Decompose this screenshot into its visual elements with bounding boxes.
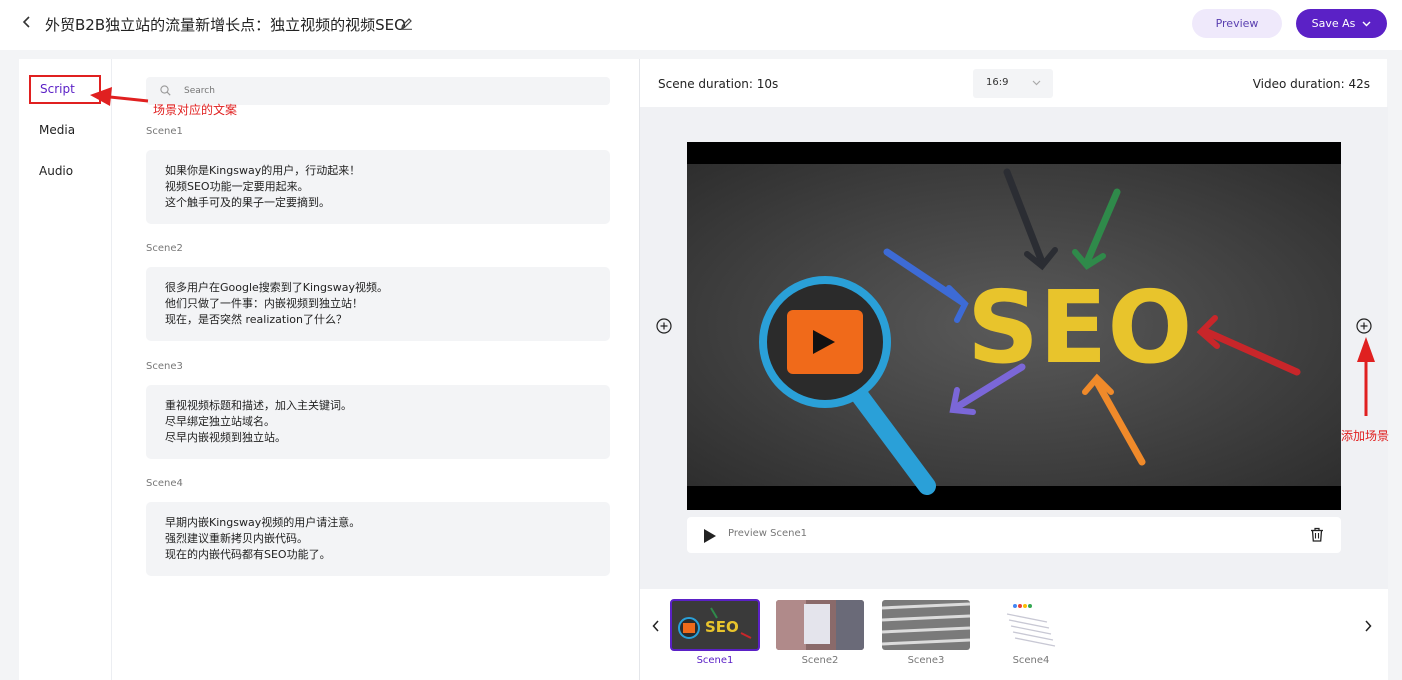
script-panel: Scene1 如果你是Kingsway的用户，行动起来！ 视频SEO功能一定要用… bbox=[112, 59, 639, 680]
script-line: 这个触手可及的果子一定要摘到。 bbox=[165, 196, 330, 209]
scene-thumbnail-label: Scene2 bbox=[801, 655, 839, 666]
search-icon bbox=[160, 85, 171, 96]
scene-thumbnail-label: Scene4 bbox=[1012, 655, 1050, 666]
save-as-label: Save As bbox=[1311, 17, 1356, 30]
script-line: 很多用户在Google搜索到了Kingsway视频。 bbox=[165, 281, 388, 294]
script-line: 尽早绑定独立站域名。 bbox=[165, 415, 275, 428]
project-title: 外贸B2B独立站的流量新增长点：独立视频的视频SEO bbox=[45, 16, 406, 34]
annotation-add-scene-note: 添加场景 bbox=[1341, 429, 1390, 443]
seo-text: SEO bbox=[967, 269, 1192, 386]
script-line: 强烈建议重新拷贝内嵌代码。 bbox=[165, 532, 308, 545]
annotation-arrow-up bbox=[1357, 337, 1375, 416]
preview-button[interactable]: Preview bbox=[1192, 9, 1282, 38]
scene-label: Scene4 bbox=[146, 478, 183, 489]
top-bar: 外贸B2B独立站的流量新增长点：独立视频的视频SEO Preview Save … bbox=[0, 0, 1402, 50]
script-line: 现在的内嵌代码都有SEO功能了。 bbox=[165, 548, 331, 561]
annotation-script-note: 场景对应的文案 bbox=[153, 103, 238, 117]
add-scene-before-icon[interactable] bbox=[656, 318, 672, 338]
back-icon[interactable] bbox=[22, 14, 32, 33]
aspect-ratio-value: 16:9 bbox=[986, 77, 1009, 88]
scene-thumbnail[interactable] bbox=[882, 600, 970, 650]
scene-label: Scene1 bbox=[146, 126, 183, 137]
scene-label: Scene3 bbox=[146, 361, 183, 372]
scene-script-box[interactable]: 很多用户在Google搜索到了Kingsway视频。 他们只做了一件事：内嵌视频… bbox=[146, 267, 610, 341]
annotation-arrow-left bbox=[90, 87, 149, 106]
tab-audio[interactable]: Audio bbox=[39, 164, 73, 178]
scene-thumbnail[interactable] bbox=[987, 600, 1075, 650]
tab-media[interactable]: Media bbox=[39, 123, 75, 137]
script-line: 如果你是Kingsway的用户，行动起来！ bbox=[165, 164, 361, 177]
preview-scene-label: Preview Scene1 bbox=[728, 528, 807, 539]
script-line: 尽早内嵌视频到独立站。 bbox=[165, 431, 286, 444]
trash-icon[interactable] bbox=[1310, 527, 1324, 546]
preview-stage: SEO Preview Scene1 bbox=[640, 107, 1388, 589]
scene-label: Scene2 bbox=[146, 243, 183, 254]
scene-thumbnail-label: Scene1 bbox=[696, 655, 734, 666]
scene-thumbnail[interactable] bbox=[776, 600, 864, 650]
svg-text:SEO: SEO bbox=[705, 618, 739, 636]
chevron-right-icon[interactable] bbox=[1364, 617, 1372, 636]
script-line: 早期内嵌Kingsway视频的用户请注意。 bbox=[165, 516, 361, 529]
chevron-down-icon bbox=[1362, 21, 1371, 26]
preview-panel: Scene duration: 10s 16:9 Video duration:… bbox=[639, 59, 1388, 680]
scene-thumbnail-label: Scene3 bbox=[907, 655, 945, 666]
script-line: 重视视频标题和描述，加入主关键词。 bbox=[165, 399, 352, 412]
chevron-left-icon[interactable] bbox=[652, 617, 660, 636]
scene-thumbnail[interactable]: SEO bbox=[670, 599, 760, 651]
search-input[interactable] bbox=[184, 82, 584, 100]
scene-script-box[interactable]: 早期内嵌Kingsway视频的用户请注意。 强烈建议重新拷贝内嵌代码。 现在的内… bbox=[146, 502, 610, 576]
pencil-icon[interactable] bbox=[400, 15, 413, 34]
play-icon[interactable] bbox=[703, 528, 716, 547]
scene-filmstrip: SEO Scene1 Scene2 Scene3 Scene4 bbox=[640, 589, 1388, 680]
video-preview[interactable]: SEO bbox=[687, 142, 1341, 510]
scene-script-box[interactable]: 如果你是Kingsway的用户，行动起来！ 视频SEO功能一定要用起来。 这个触… bbox=[146, 150, 610, 224]
scene-duration: Scene duration: 10s bbox=[658, 77, 779, 91]
add-scene-after-icon[interactable] bbox=[1356, 318, 1372, 338]
script-line: 视频SEO功能一定要用起来。 bbox=[165, 180, 309, 193]
aspect-ratio-select[interactable]: 16:9 bbox=[973, 69, 1053, 98]
tab-sidebar: Script Media Audio bbox=[19, 59, 112, 680]
save-as-button[interactable]: Save As bbox=[1296, 9, 1387, 38]
scene-script-box[interactable]: 重视视频标题和描述，加入主关键词。 尽早绑定独立站域名。 尽早内嵌视频到独立站。 bbox=[146, 385, 610, 459]
chevron-down-icon bbox=[1032, 80, 1041, 86]
scene-preview-bar: Preview Scene1 bbox=[687, 517, 1341, 553]
video-duration: Video duration: 42s bbox=[1252, 77, 1370, 91]
script-line: 现在，是否突然 realization了什么？ bbox=[165, 313, 347, 326]
script-line: 他们只做了一件事：内嵌视频到独立站！ bbox=[165, 297, 363, 310]
